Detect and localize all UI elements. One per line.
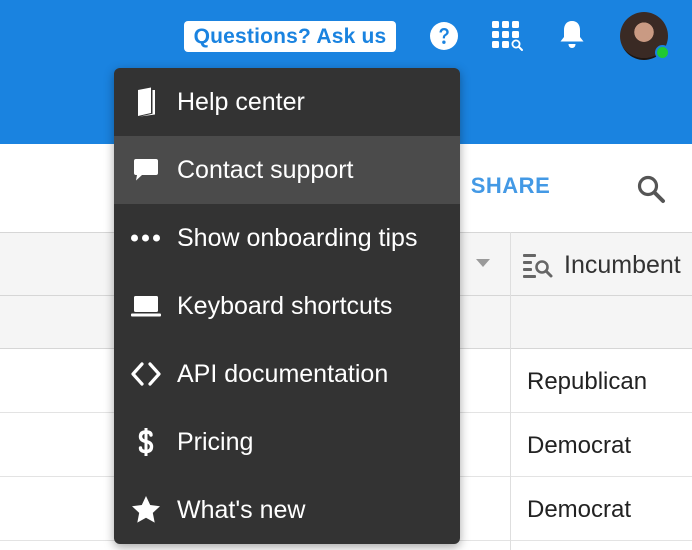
menu-item-label: Contact support <box>177 156 354 184</box>
code-brackets-icon <box>131 362 161 386</box>
search-icon[interactable] <box>636 174 666 204</box>
menu-item-label: API documentation <box>177 360 389 388</box>
chat-bubble-icon <box>134 159 158 181</box>
menu-item-contact-support[interactable]: Contact support <box>114 136 460 204</box>
menu-item-label: Help center <box>177 88 305 116</box>
dollar-icon <box>138 428 154 456</box>
questions-ask-us-button[interactable]: Questions? Ask us <box>184 21 396 52</box>
menu-item-whats-new[interactable]: What's new <box>114 476 460 544</box>
incumbent-cell[interactable]: Republican <box>527 367 647 397</box>
menu-item-label: Show onboarding tips <box>177 224 418 252</box>
incumbent-cell[interactable]: Democrat <box>527 431 631 461</box>
column-divider <box>510 232 511 550</box>
menu-item-label: Pricing <box>177 428 254 456</box>
book-icon <box>138 87 155 117</box>
share-button[interactable]: SHARE <box>465 170 556 202</box>
incumbent-cell[interactable]: Democrat <box>527 495 631 525</box>
menu-item-api-documentation[interactable]: API documentation <box>114 340 460 408</box>
menu-item-help-center[interactable]: Help center <box>114 68 460 136</box>
incumbent-header-label: Incumbent <box>564 251 681 279</box>
menu-item-pricing[interactable]: Pricing <box>114 408 460 476</box>
lookup-field-icon <box>523 254 553 278</box>
ellipsis-icon <box>131 234 160 242</box>
help-question-icon[interactable] <box>429 21 459 51</box>
menu-item-show-onboarding-tips[interactable]: Show onboarding tips <box>114 204 460 272</box>
star-icon <box>132 496 160 523</box>
column-header-incumbent[interactable]: Incumbent <box>522 248 692 282</box>
menu-item-label: Keyboard shortcuts <box>177 292 393 320</box>
online-status-indicator <box>655 45 670 60</box>
menu-item-label: What's new <box>177 496 306 524</box>
top-navigation-bar: Questions? Ask us <box>0 0 692 72</box>
column-dropdown-caret-icon[interactable] <box>476 259 490 267</box>
menu-item-keyboard-shortcuts[interactable]: Keyboard shortcuts <box>114 272 460 340</box>
history-icon[interactable] <box>579 170 611 202</box>
laptop-icon <box>131 296 161 317</box>
notifications-bell-icon[interactable] <box>556 18 588 52</box>
help-dropdown-menu: Help center Contact support Show onboard… <box>114 68 460 544</box>
apps-grid-icon[interactable] <box>491 20 525 52</box>
user-avatar[interactable] <box>620 12 670 60</box>
